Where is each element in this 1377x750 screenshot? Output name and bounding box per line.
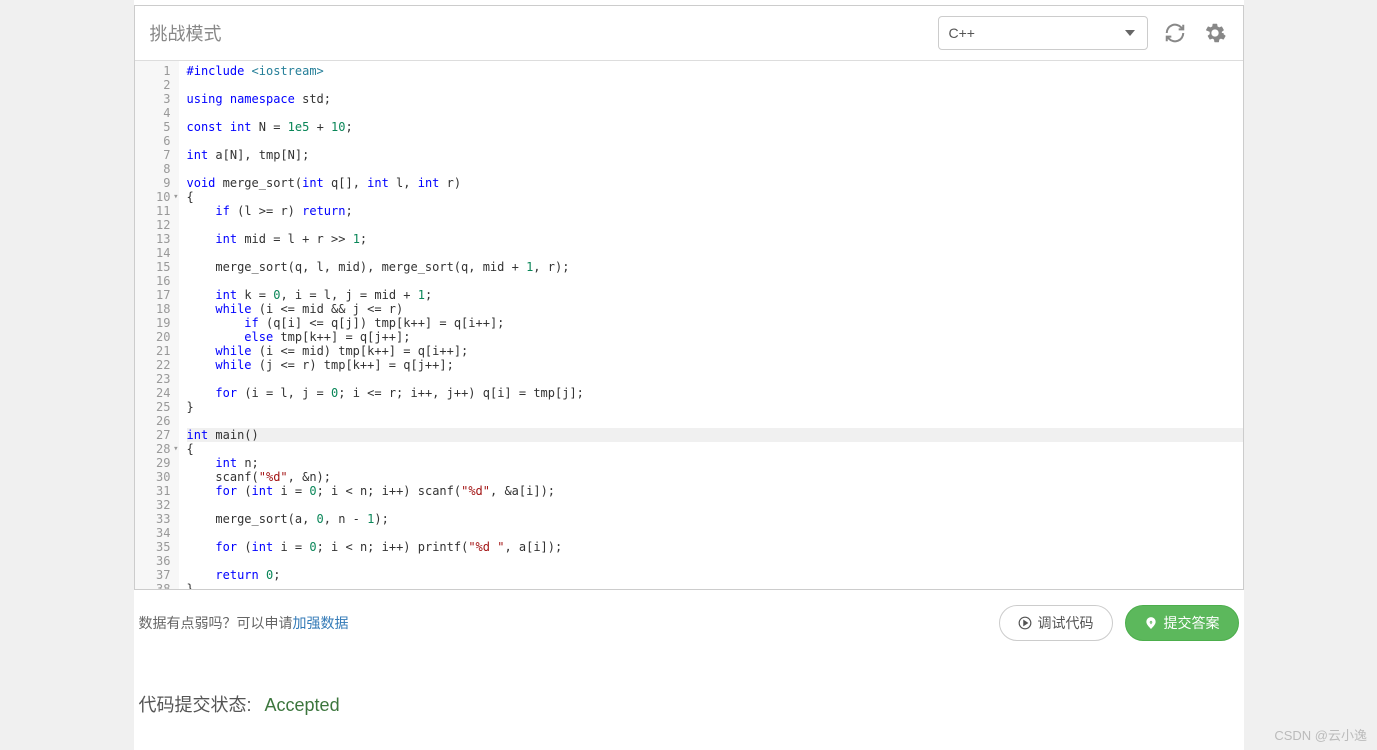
code-line[interactable]: int k = 0, i = l, j = mid + 1;	[187, 288, 1243, 302]
code-line[interactable]	[187, 106, 1243, 120]
code-line[interactable]: if (l >= r) return;	[187, 204, 1243, 218]
code-line[interactable]	[187, 218, 1243, 232]
code-line[interactable]: const int N = 1e5 + 10;	[187, 120, 1243, 134]
footer-row: 数据有点弱吗？可以申请加强数据 调试代码 提交答案	[134, 590, 1244, 656]
code-line[interactable]: for (int i = 0; i < n; i++) printf("%d "…	[187, 540, 1243, 554]
code-line[interactable]: using namespace std;	[187, 92, 1243, 106]
code-line[interactable]	[187, 498, 1243, 512]
footer-prompt: 数据有点弱吗？可以申请加强数据	[139, 613, 987, 633]
code-line[interactable]: if (q[i] <= q[j]) tmp[k++] = q[i++];	[187, 316, 1243, 330]
code-line[interactable]	[187, 78, 1243, 92]
debug-button-label: 调试代码	[1038, 613, 1094, 633]
debug-button[interactable]: 调试代码	[999, 605, 1113, 641]
code-line[interactable]: return 0;	[187, 568, 1243, 582]
code-line[interactable]: }	[187, 400, 1243, 414]
code-content[interactable]: #include <iostream> using namespace std;…	[179, 61, 1243, 589]
editor-header: 挑战模式 C++	[135, 6, 1243, 61]
code-line[interactable]: while (i <= mid && j <= r)	[187, 302, 1243, 316]
code-line[interactable]: else tmp[k++] = q[j++];	[187, 330, 1243, 344]
code-line[interactable]: int mid = l + r >> 1;	[187, 232, 1243, 246]
editor-panel: 挑战模式 C++ 12345678910▾1112131415161718192…	[134, 5, 1244, 590]
code-line[interactable]: scanf("%d", &n);	[187, 470, 1243, 484]
code-line[interactable]	[187, 246, 1243, 260]
code-line[interactable]	[187, 372, 1243, 386]
main-container: 挑战模式 C++ 12345678910▾1112131415161718192…	[134, 0, 1244, 750]
gear-icon[interactable]	[1202, 20, 1228, 46]
code-line[interactable]: #include <iostream>	[187, 64, 1243, 78]
watermark: CSDN @云小逸	[1274, 725, 1367, 744]
code-line[interactable]: for (i = l, j = 0; i <= r; i++, j++) q[i…	[187, 386, 1243, 400]
code-line[interactable]: int n;	[187, 456, 1243, 470]
code-editor[interactable]: 12345678910▾1112131415161718192021222324…	[135, 61, 1243, 589]
code-line[interactable]: {	[187, 442, 1243, 456]
refresh-icon[interactable]	[1162, 20, 1188, 46]
code-line[interactable]	[187, 414, 1243, 428]
code-line[interactable]	[187, 134, 1243, 148]
code-line[interactable]	[187, 526, 1243, 540]
code-line[interactable]: for (int i = 0; i < n; i++) scanf("%d", …	[187, 484, 1243, 498]
code-line[interactable]	[187, 274, 1243, 288]
code-line[interactable]: {	[187, 190, 1243, 204]
footer-prompt-text: 数据有点弱吗？可以申请	[139, 615, 293, 631]
code-line[interactable]: merge_sort(a, 0, n - 1);	[187, 512, 1243, 526]
code-line[interactable]: while (i <= mid) tmp[k++] = q[i++];	[187, 344, 1243, 358]
language-select[interactable]: C++	[938, 16, 1148, 50]
code-line[interactable]	[187, 554, 1243, 568]
status-value: Accepted	[265, 695, 340, 715]
code-line[interactable]: merge_sort(q, l, mid), merge_sort(q, mid…	[187, 260, 1243, 274]
submit-button[interactable]: 提交答案	[1125, 605, 1239, 641]
code-line[interactable]: }	[187, 582, 1243, 589]
code-line[interactable]	[187, 162, 1243, 176]
status-label: 代码提交状态:	[139, 695, 252, 715]
code-line[interactable]: while (j <= r) tmp[k++] = q[j++];	[187, 358, 1243, 372]
submit-button-label: 提交答案	[1164, 613, 1220, 633]
code-line[interactable]: int main()	[187, 428, 1243, 442]
line-gutter: 12345678910▾1112131415161718192021222324…	[135, 61, 179, 589]
status-row: 代码提交状态: Accepted	[134, 691, 1244, 717]
code-line[interactable]: void merge_sort(int q[], int l, int r)	[187, 176, 1243, 190]
editor-title: 挑战模式	[150, 20, 938, 46]
strengthen-data-link[interactable]: 加强数据	[293, 615, 349, 631]
code-line[interactable]: int a[N], tmp[N];	[187, 148, 1243, 162]
